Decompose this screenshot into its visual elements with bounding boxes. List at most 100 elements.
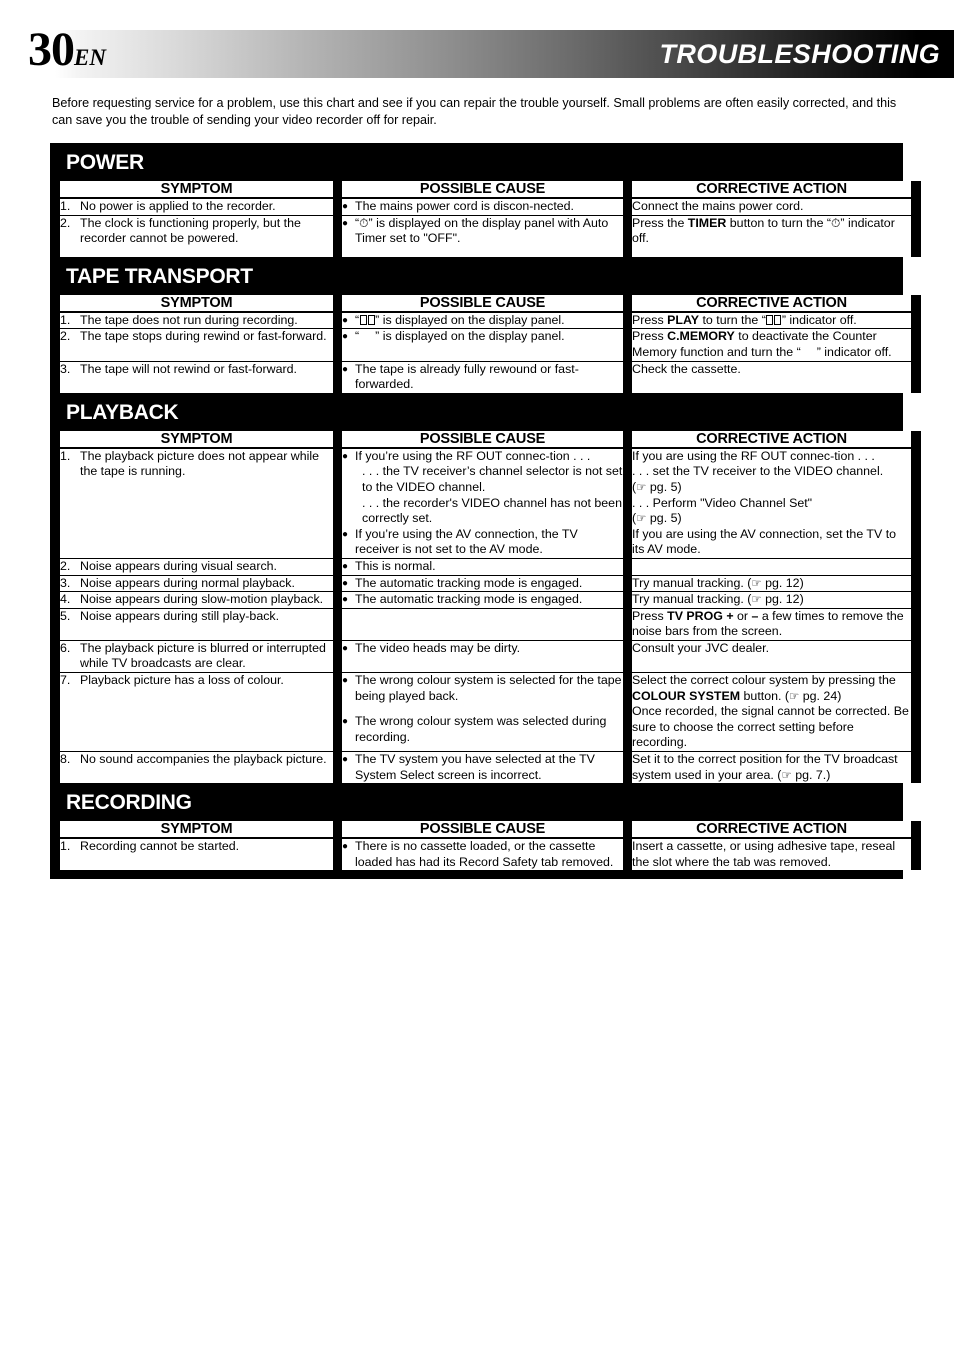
table-row: 2. Noise appears during visual search. ● T…: [60, 558, 911, 576]
corrective-action-cell: Try manual tracking. (☞ pg. 12): [632, 592, 911, 609]
possible-cause-cell: ● If you’re using the RF OUT connec-tion …: [342, 448, 623, 559]
intro-paragraph: Before requesting service for a problem,…: [52, 96, 897, 127]
possible-cause-cell: ● The mains power cord is discon-nected.: [342, 199, 623, 216]
pointing-hand-icon: ☞: [751, 575, 762, 590]
table-playback: SYMPTOM POSSIBLE CAUSE CORRECTIVE ACTION…: [50, 430, 921, 784]
possible-cause-cell: ● The wrong colour system is selected for…: [342, 673, 623, 753]
cause-text: If you’re using the RF OUT connec-tion .…: [355, 448, 591, 463]
corrective-action-cell: Press PLAY to turn the “ ” indicator off.: [632, 312, 911, 330]
bullet-icon: ●: [342, 560, 349, 572]
possible-cause-cell: ● The video heads may be dirty.: [342, 640, 623, 674]
cause-text: The tape is already fully rewound or fas…: [355, 361, 579, 392]
possible-cause-cell: [342, 608, 623, 641]
cause-subtext: . . . the recorder's VIDEO channel has n…: [362, 495, 622, 526]
corrective-action-cell: Check the cassette.: [632, 361, 911, 393]
pointing-hand-icon: ☞: [751, 592, 762, 607]
missing-glyph-icon: [359, 313, 375, 327]
symptom-cell: 8. No sound accompanies the playback pict…: [60, 752, 333, 784]
possible-cause-cell: ● The automatic tracking mode is engaged.: [342, 575, 623, 593]
possible-cause-cell: ● The automatic tracking mode is engaged.: [342, 592, 623, 609]
symptom-text: Noise appears during still play-back.: [80, 608, 280, 623]
corrective-action-cell: Insert a cassette, or using adhesive tap…: [632, 839, 911, 871]
action-text: Check the cassette.: [632, 361, 741, 376]
symptom-text: Playback picture has a loss of colour.: [80, 673, 284, 688]
symptom-text: Recording cannot be started.: [80, 839, 240, 854]
action-text: Set it to the correct position for the T…: [632, 752, 898, 782]
corrective-action-cell: Try manual tracking. (☞ pg. 12): [632, 575, 911, 593]
symptom-cell: 2. The clock is functioning properly, but…: [60, 215, 333, 257]
section-heading-recording: RECORDING: [50, 783, 903, 822]
page-reference: pg. 5): [649, 511, 682, 526]
clock-icon: ⏱: [359, 215, 369, 230]
pointing-hand-icon: ☞: [781, 767, 792, 782]
table-row: 4. Noise appears during slow-motion playb…: [60, 592, 911, 609]
symptom-text: The tape will not rewind or fast-forward…: [80, 361, 297, 376]
action-text-mid: button to turn the “: [726, 215, 832, 230]
symptom-cell: 2. Noise appears during visual search.: [60, 558, 333, 576]
page-number: 30EN: [28, 26, 106, 82]
corrective-action-cell: Press the TIMER button to turn the “⏱” i…: [632, 215, 911, 257]
row-number: 3.: [60, 575, 71, 590]
symptom-cell: 4. Noise appears during slow-motion playb…: [60, 592, 333, 609]
page-header: 30EN TROUBLESHOOTING: [0, 26, 954, 78]
cause-text-suffix: ” is displayed on the display panel.: [375, 312, 565, 327]
column-header-symptom: SYMPTOM: [60, 430, 333, 449]
troubleshooting-chart: POWER SYMPTOM POSSIBLE CAUSE CORRECTIVE …: [50, 143, 921, 880]
action-text-mid: or: [733, 608, 752, 623]
corrective-action-cell: Connect the mains power cord.: [632, 199, 911, 216]
row-number: 2.: [60, 329, 71, 344]
pointing-hand-icon: ☞: [636, 511, 647, 526]
row-number: 1.: [60, 199, 71, 213]
column-header-possible-cause: POSSIBLE CAUSE: [342, 181, 623, 199]
symptom-cell: 3. Noise appears during normal playback.: [60, 575, 333, 593]
cause-subtext: . . . the TV receiver’s channel selector…: [362, 464, 623, 494]
cause-text: The automatic tracking mode is engaged.: [355, 575, 583, 590]
corrective-action-cell: Press TV PROG + or – a few times to remo…: [632, 608, 911, 641]
table-row: 5. Noise appears during still play-back. …: [60, 608, 911, 641]
action-keyword: C.MEMORY: [667, 329, 735, 344]
action-text-prefix: Press: [632, 312, 668, 327]
page-reference: pg. 7.): [795, 767, 831, 782]
section-heading-power: POWER: [50, 143, 903, 181]
action-text-prefix: Press the: [632, 215, 688, 230]
cause-text-prefix: “: [355, 329, 360, 344]
page-title: TROUBLESHOOTING: [659, 39, 940, 69]
column-header-symptom: SYMPTOM: [60, 821, 333, 840]
action-text: If you are using the RF OUT connec-tion …: [632, 448, 875, 463]
corrective-action-cell: If you are using the RF OUT connec-tion …: [632, 448, 911, 559]
symptom-cell: 5. Noise appears during still play-back.: [60, 608, 333, 641]
action-text: Try manual tracking. (: [632, 592, 752, 607]
action-keyword: TIMER: [687, 215, 727, 230]
cause-text-suffix: ” is displayed on the display panel.: [375, 329, 565, 344]
symptom-cell: 1. No power is applied to the recorder.: [60, 199, 333, 216]
column-header-symptom: SYMPTOM: [60, 181, 333, 199]
action-text: Try manual tracking. (: [632, 575, 752, 590]
row-number: 6.: [60, 640, 71, 655]
bullet-icon: ●: [342, 642, 349, 654]
page-reference: pg. 12): [765, 592, 804, 607]
bullet-icon: ●: [342, 577, 349, 589]
corrective-action-cell: Consult your JVC dealer.: [632, 640, 911, 674]
column-header-corrective-action: CORRECTIVE ACTION: [632, 181, 911, 199]
symptom-text: The tape does not run during recording.: [80, 312, 298, 327]
bullet-icon: ●: [342, 314, 349, 326]
table-row: 2. The tape stops during rewind or fast-f…: [60, 329, 911, 362]
action-text: Consult your JVC dealer.: [632, 640, 770, 655]
table-tape-transport: SYMPTOM POSSIBLE CAUSE CORRECTIVE ACTION…: [50, 294, 921, 393]
bullet-icon: ●: [342, 450, 349, 462]
table-row: 3. Noise appears during normal playback. …: [60, 575, 911, 593]
symptom-cell: 1. Recording cannot be started.: [60, 839, 333, 871]
symptom-text: The playback picture does not appear whi…: [80, 448, 320, 479]
bullet-icon: ●: [342, 528, 349, 540]
action-text-prefix: Select the correct colour system by pres…: [632, 673, 896, 688]
action-text: Once recorded, the signal cannot be corr…: [632, 704, 909, 750]
page-number-value: 30: [28, 23, 75, 76]
cause-text: The mains power cord is discon-nected.: [355, 199, 575, 213]
frame-bottom-border: [50, 870, 903, 880]
corrective-action-cell: Select the correct colour system by pres…: [632, 673, 911, 753]
bullet-icon: ●: [342, 594, 349, 606]
possible-cause-cell: ● The tape is already fully rewound or fa…: [342, 361, 623, 393]
row-number: 2.: [60, 215, 71, 230]
section-playback: PLAYBACK SYMPTOM POSSIBLE CAUSE CORRECTI…: [50, 392, 921, 784]
section-tape-transport: TAPE TRANSPORT SYMPTOM POSSIBLE CAUSE CO…: [50, 256, 921, 393]
